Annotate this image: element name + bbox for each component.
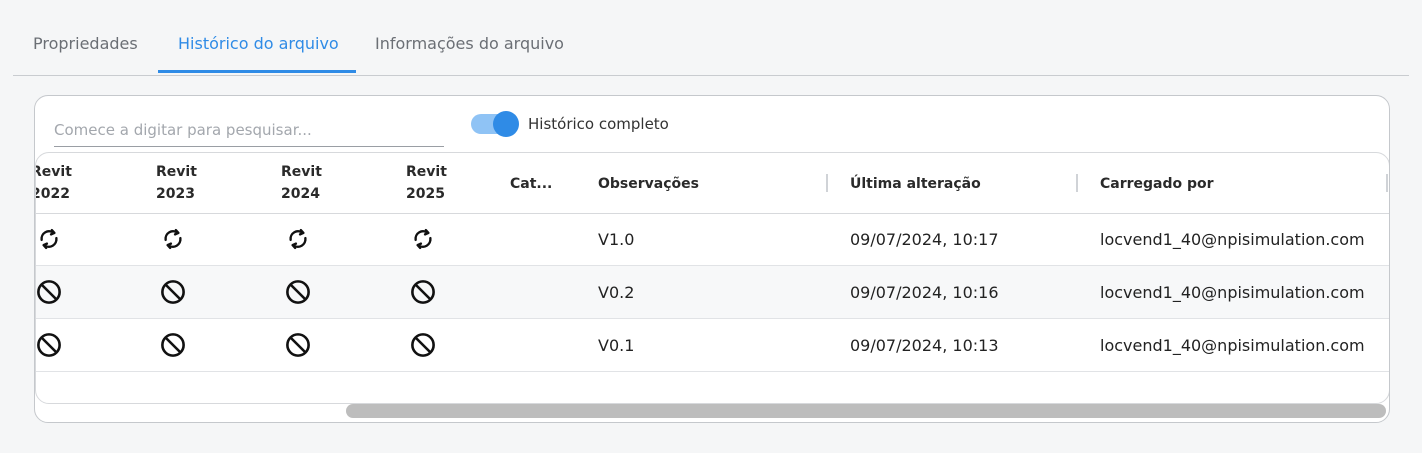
col-header-uploaded-by[interactable]: Carregado por bbox=[1100, 173, 1214, 195]
col-header-notes[interactable]: Observações bbox=[598, 173, 699, 195]
table-header: Revit 2022 Revit 2023 Revit 2024 Revit 2… bbox=[36, 153, 1389, 214]
full-history-label: Histórico completo bbox=[528, 115, 669, 133]
col-header-text: Revit bbox=[156, 164, 197, 180]
blocked-icon bbox=[410, 332, 436, 358]
col-header-text: 2023 bbox=[156, 186, 195, 202]
sync-icon bbox=[160, 226, 186, 252]
blocked-icon bbox=[160, 279, 186, 305]
tab-bar: Propriedades Histórico do arquivo Inform… bbox=[13, 0, 1409, 76]
full-history-toggle[interactable] bbox=[471, 111, 519, 137]
sync-icon bbox=[410, 226, 436, 252]
column-resize-handle[interactable] bbox=[1076, 174, 1078, 192]
sync-icon bbox=[285, 226, 311, 252]
row-last-modified: 09/07/2024, 10:13 bbox=[850, 336, 999, 355]
table-row[interactable]: V0.1 09/07/2024, 10:13 locvend1_40@npisimu… bbox=[36, 319, 1389, 372]
col-header-last-modified[interactable]: Última alteração bbox=[850, 173, 981, 195]
col-header-text: Revit bbox=[406, 164, 447, 180]
file-history-panel: Histórico completo Revit 2022 Revit 2023… bbox=[34, 95, 1390, 423]
horizontal-scrollbar[interactable] bbox=[346, 404, 1386, 418]
row-uploaded-by: locvend1_40@npisimulation.com bbox=[1100, 230, 1365, 249]
row-notes: V0.2 bbox=[598, 283, 635, 302]
active-tab-indicator bbox=[158, 70, 356, 73]
col-header-revit-2022[interactable]: Revit 2022 bbox=[35, 161, 72, 205]
history-table: Revit 2022 Revit 2023 Revit 2024 Revit 2… bbox=[35, 152, 1389, 404]
blocked-icon bbox=[285, 279, 311, 305]
table-row[interactable]: V0.2 09/07/2024, 10:16 locvend1_40@npisimu… bbox=[36, 266, 1389, 319]
row-last-modified: 09/07/2024, 10:16 bbox=[850, 283, 999, 302]
table-row[interactable]: V1.0 09/07/2024, 10:17 locvend1_40@npisimu… bbox=[36, 213, 1389, 266]
blocked-icon bbox=[410, 279, 436, 305]
col-header-revit-2023[interactable]: Revit 2023 bbox=[156, 161, 197, 205]
col-header-text: 2025 bbox=[406, 186, 445, 202]
row-uploaded-by: locvend1_40@npisimulation.com bbox=[1100, 283, 1365, 302]
col-header-text: 2022 bbox=[36, 186, 70, 202]
search-input[interactable] bbox=[54, 114, 444, 147]
row-last-modified: 09/07/2024, 10:17 bbox=[850, 230, 999, 249]
col-header-text: Revit bbox=[35, 164, 72, 180]
blocked-icon bbox=[36, 332, 62, 358]
tab-historico-do-arquivo[interactable]: Histórico do arquivo bbox=[178, 34, 339, 53]
col-header-category[interactable]: Cat... bbox=[510, 173, 552, 195]
col-header-revit-2024[interactable]: Revit 2024 bbox=[281, 161, 322, 205]
row-uploaded-by: locvend1_40@npisimulation.com bbox=[1100, 336, 1365, 355]
blocked-icon bbox=[285, 332, 311, 358]
row-notes: V0.1 bbox=[598, 336, 635, 355]
col-header-text: 2024 bbox=[281, 186, 320, 202]
tab-informacoes-do-arquivo[interactable]: Informações do arquivo bbox=[375, 34, 564, 53]
sync-icon bbox=[36, 226, 62, 252]
row-notes: V1.0 bbox=[598, 230, 635, 249]
tab-propriedades[interactable]: Propriedades bbox=[33, 34, 138, 53]
column-resize-handle[interactable] bbox=[826, 174, 828, 192]
col-header-revit-2025[interactable]: Revit 2025 bbox=[406, 161, 447, 205]
blocked-icon bbox=[36, 279, 62, 305]
blocked-icon bbox=[160, 332, 186, 358]
toggle-knob bbox=[493, 111, 519, 137]
col-header-text: Revit bbox=[281, 164, 322, 180]
column-resize-handle[interactable] bbox=[1386, 174, 1388, 192]
